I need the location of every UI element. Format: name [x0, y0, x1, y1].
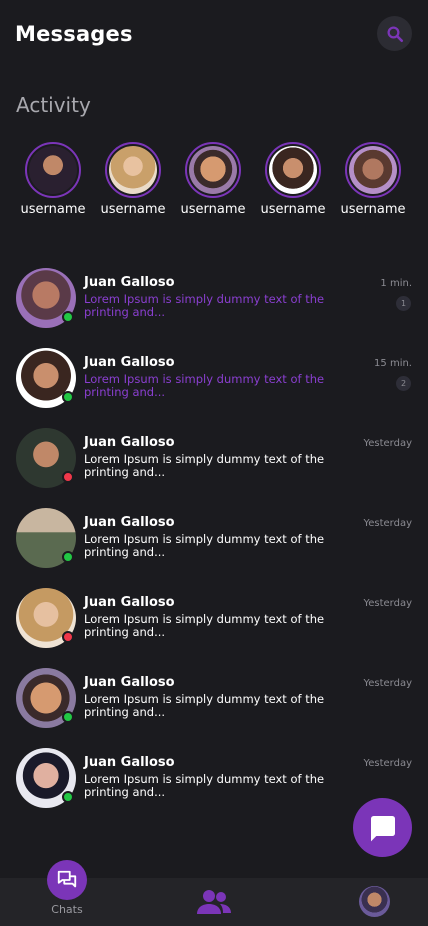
message-preview: Lorem Ipsum is simply dummy text of the …: [84, 372, 325, 399]
nav-chats-label: Chats: [51, 903, 83, 916]
message-time: 1 min.: [380, 278, 412, 289]
contact-name: Juan Galloso: [84, 435, 175, 450]
unread-badge: 2: [396, 376, 411, 391]
chat-bubble-icon: [370, 815, 395, 841]
story-avatar: [185, 142, 241, 198]
contact-name: Juan Galloso: [84, 595, 175, 610]
activity-item[interactable]: username: [13, 142, 93, 217]
conversation-item[interactable]: Juan Galloso Lorem Ipsum is simply dummy…: [0, 508, 428, 572]
activity-item[interactable]: username: [253, 142, 333, 217]
search-icon: [387, 26, 403, 42]
story-avatar: [105, 142, 161, 198]
activity-item[interactable]: username: [173, 142, 253, 217]
message-preview: Lorem Ipsum is simply dummy text of the …: [84, 612, 325, 639]
conversation-item[interactable]: Juan Galloso Lorem Ipsum is simply dummy…: [0, 428, 428, 492]
conversation-item[interactable]: Juan Galloso Lorem Ipsum is simply dummy…: [0, 268, 428, 332]
story-avatar: [345, 142, 401, 198]
message-preview: Lorem Ipsum is simply dummy text of the …: [84, 292, 325, 319]
activity-username: username: [180, 202, 246, 217]
status-offline-dot: [62, 471, 74, 483]
message-preview: Lorem Ipsum is simply dummy text of the …: [84, 532, 325, 559]
message-preview: Lorem Ipsum is simply dummy text of the …: [84, 692, 325, 719]
contact-name: Juan Galloso: [84, 755, 175, 770]
message-preview: Lorem Ipsum is simply dummy text of the …: [84, 452, 325, 479]
activity-item[interactable]: username: [93, 142, 173, 217]
message-time: Yesterday: [363, 518, 412, 529]
message-time: 15 min.: [374, 358, 412, 369]
conversation-item[interactable]: Juan Galloso Lorem Ipsum is simply dummy…: [0, 748, 428, 812]
nav-chats-circle: [47, 860, 87, 900]
unread-badge: 1: [396, 296, 411, 311]
status-online-dot: [62, 551, 74, 563]
conversation-item[interactable]: Juan Galloso Lorem Ipsum is simply dummy…: [0, 348, 428, 412]
contact-name: Juan Galloso: [84, 275, 175, 290]
status-offline-dot: [62, 631, 74, 643]
nav-people[interactable]: [196, 887, 232, 921]
chats-icon: [57, 870, 77, 888]
status-online-dot: [62, 391, 74, 403]
story-avatar: [265, 142, 321, 198]
activity-username: username: [100, 202, 166, 217]
activity-item[interactable]: username: [333, 142, 413, 217]
page-title: Messages: [15, 22, 133, 46]
message-time: Yesterday: [363, 598, 412, 609]
message-time: Yesterday: [363, 758, 412, 769]
conversation-item[interactable]: Juan Galloso Lorem Ipsum is simply dummy…: [0, 588, 428, 652]
profile-avatar[interactable]: [359, 886, 390, 917]
message-preview: Lorem Ipsum is simply dummy text of the …: [84, 772, 325, 799]
contact-name: Juan Galloso: [84, 675, 175, 690]
activity-title: Activity: [16, 93, 91, 117]
activity-username: username: [340, 202, 406, 217]
contact-name: Juan Galloso: [84, 355, 175, 370]
status-online-dot: [62, 311, 74, 323]
conversation-item[interactable]: Juan Galloso Lorem Ipsum is simply dummy…: [0, 668, 428, 732]
activity-list: username username username username user…: [0, 142, 428, 222]
story-avatar: [25, 142, 81, 198]
header: Messages: [0, 0, 428, 70]
bottom-nav: Chats: [0, 860, 428, 926]
nav-chats[interactable]: Chats: [47, 860, 87, 916]
people-icon: [197, 890, 231, 914]
contact-name: Juan Galloso: [84, 515, 175, 530]
message-time: Yesterday: [363, 438, 412, 449]
activity-username: username: [20, 202, 86, 217]
message-time: Yesterday: [363, 678, 412, 689]
status-online-dot: [62, 711, 74, 723]
search-button[interactable]: [377, 16, 412, 51]
status-online-dot: [62, 791, 74, 803]
new-message-button[interactable]: [353, 798, 412, 857]
activity-username: username: [260, 202, 326, 217]
